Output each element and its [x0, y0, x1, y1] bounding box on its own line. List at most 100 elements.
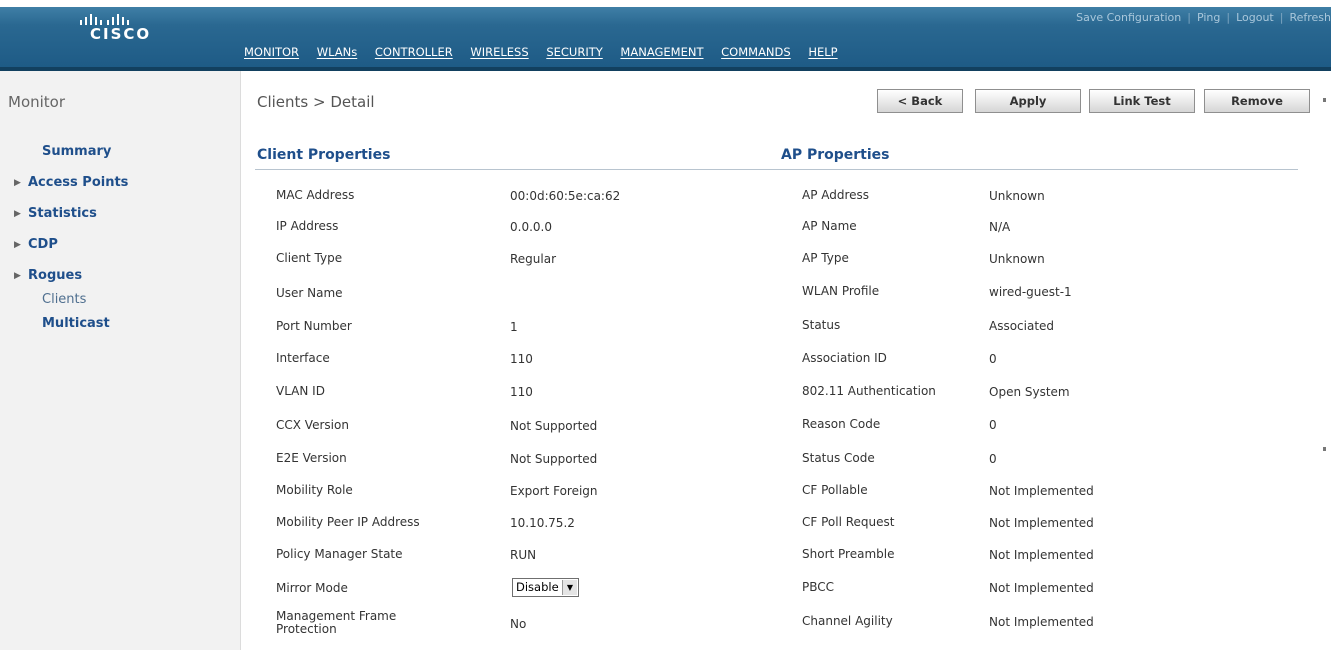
client-row-client-type: Client Type Regular: [276, 252, 776, 283]
row-value: 0: [989, 352, 997, 366]
nav-management[interactable]: MANAGEMENT: [620, 45, 703, 59]
main-content: Clients > Detail < Back Apply Link Test …: [241, 71, 1331, 650]
client-row-mobility-peer-ip: Mobility Peer IP Address 10.10.75.2: [276, 516, 776, 547]
scrollbar-tick: [1323, 447, 1326, 451]
save-configuration-link[interactable]: Save Configuration: [1076, 11, 1181, 24]
sidebar-item-label: Summary: [42, 144, 112, 159]
sidebar-item-label: CDP: [28, 237, 58, 252]
mirror-mode-selected-value: Disable: [516, 580, 559, 594]
row-value: Not Implemented: [989, 516, 1094, 530]
row-value: Not Implemented: [989, 484, 1094, 498]
ap-row-cf-poll-request: CF Poll Request Not Implemented: [802, 516, 1302, 547]
nav-monitor[interactable]: MONITOR: [244, 45, 299, 59]
row-label: Management Frame Protection: [276, 609, 397, 636]
row-value: Not Supported: [510, 452, 598, 466]
sidebar-title: Monitor: [8, 93, 66, 111]
row-value: N/A: [989, 220, 1011, 234]
row-label: 802.11 Authentication: [802, 384, 936, 398]
row-value: Associated: [989, 319, 1055, 333]
logout-link[interactable]: Logout: [1236, 11, 1274, 24]
row-label: Interface: [276, 351, 330, 365]
expand-arrow-icon: ▶: [14, 270, 21, 281]
row-value: Unknown: [989, 252, 1045, 266]
sidebar-item-statistics[interactable]: ▶ Statistics: [14, 206, 234, 237]
back-button[interactable]: < Back: [877, 89, 963, 113]
row-label: IP Address: [276, 219, 339, 233]
ap-row-channel-agility: Channel Agility Not Implemented: [802, 615, 1302, 646]
client-row-user-name: User Name: [276, 287, 776, 318]
row-label: WLAN Profile: [802, 284, 880, 298]
nav-wireless[interactable]: WIRELESS: [470, 45, 528, 59]
separator: |: [1279, 11, 1284, 24]
sidebar-item-access-points[interactable]: ▶ Access Points: [14, 175, 234, 206]
client-row-e2e-version: E2E Version Not Supported: [276, 452, 776, 483]
main-nav: MONITOR WLANs CONTROLLER WIRELESS SECURI…: [244, 45, 852, 59]
row-value: No: [510, 617, 527, 631]
row-value: 00:0d:60:5e:ca:62: [510, 189, 621, 203]
dropdown-arrow-icon: ▼: [562, 580, 577, 595]
separator: |: [1187, 11, 1191, 24]
link-test-button[interactable]: Link Test: [1089, 89, 1195, 113]
row-value: Unknown: [989, 189, 1045, 203]
row-label: PBCC: [802, 580, 835, 594]
expand-arrow-icon: ▶: [14, 239, 21, 250]
row-value: 0: [989, 452, 997, 466]
expand-arrow-icon: ▶: [14, 177, 21, 188]
row-label: AP Name: [802, 219, 857, 233]
scrollbar-tick: [1323, 98, 1326, 102]
ap-row-short-preamble: Short Preamble Not Implemented: [802, 548, 1302, 579]
row-value: 0: [989, 418, 997, 432]
row-label: CF Pollable: [802, 483, 868, 497]
nav-help[interactable]: HELP: [808, 45, 837, 59]
row-label: VLAN ID: [276, 384, 325, 398]
row-value: 1: [510, 320, 518, 334]
row-label: Channel Agility: [802, 614, 893, 628]
sidebar-item-label: Clients: [42, 292, 87, 307]
client-row-mac-address: MAC Address 00:0d:60:5e:ca:62: [276, 189, 776, 220]
mirror-mode-select[interactable]: Disable ▼: [512, 578, 579, 597]
nav-commands[interactable]: COMMANDS: [721, 45, 791, 59]
nav-wlans[interactable]: WLANs: [317, 45, 358, 59]
row-value: 0.0.0.0: [510, 220, 552, 234]
sidebar-item-label: Statistics: [28, 206, 97, 221]
ap-row-ap-name: AP Name N/A: [802, 220, 1302, 251]
section-divider: [255, 169, 1298, 170]
ping-link[interactable]: Ping: [1197, 11, 1220, 24]
row-label: Status Code: [802, 451, 875, 465]
ap-row-wlan-profile: WLAN Profile wired-guest-1: [802, 285, 1302, 316]
top-banner: CISCO Save Configuration | Ping | Logout | Ref…: [0, 7, 1331, 71]
row-label: Policy Manager State: [276, 547, 403, 561]
row-value: Export Foreign: [510, 484, 598, 498]
row-label: CCX Version: [276, 418, 349, 432]
sidebar-item-cdp[interactable]: ▶ CDP: [14, 237, 234, 268]
client-row-vlan-id: VLAN ID 110: [276, 385, 776, 416]
client-properties-title: Client Properties: [257, 147, 391, 163]
row-label: Association ID: [802, 351, 887, 365]
row-value: Not Supported: [510, 419, 598, 433]
logo-text: CISCO: [90, 25, 152, 43]
client-row-interface: Interface 110: [276, 352, 776, 383]
row-label: E2E Version: [276, 451, 347, 465]
client-row-management-frame-protection: Management Frame Protection No: [276, 610, 776, 641]
expand-arrow-icon: ▶: [14, 208, 21, 219]
row-label: Mobility Peer IP Address: [276, 515, 420, 529]
row-label: MAC Address: [276, 188, 355, 202]
apply-button[interactable]: Apply: [975, 89, 1081, 113]
sidebar-item-multicast[interactable]: Multicast: [14, 316, 234, 347]
client-row-ccx-version: CCX Version Not Supported: [276, 419, 776, 450]
refresh-link[interactable]: Refresh: [1289, 11, 1331, 24]
ap-row-pbcc: PBCC Not Implemented: [802, 581, 1302, 612]
client-row-ip-address: IP Address 0.0.0.0: [276, 220, 776, 251]
ap-row-reason-code: Reason Code 0: [802, 418, 1302, 449]
row-label: Short Preamble: [802, 547, 895, 561]
remove-button[interactable]: Remove: [1204, 89, 1310, 113]
sidebar-item-label: Rogues: [28, 268, 83, 283]
sidebar-item-summary[interactable]: Summary: [14, 144, 234, 175]
ap-row-ap-type: AP Type Unknown: [802, 252, 1302, 283]
row-label: Status: [802, 318, 841, 332]
nav-controller[interactable]: CONTROLLER: [375, 45, 453, 59]
ap-properties-title: AP Properties: [781, 147, 890, 163]
row-value: 110: [510, 352, 533, 366]
nav-security[interactable]: SECURITY: [546, 45, 602, 59]
row-value: 110: [510, 385, 533, 399]
